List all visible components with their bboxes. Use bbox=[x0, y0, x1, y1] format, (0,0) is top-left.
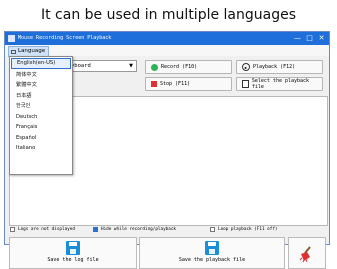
promo-caption: It can be used in multiple languages bbox=[40, 7, 297, 23]
input-device-select[interactable]: yboard ▼ bbox=[67, 60, 137, 72]
language-menu-icon bbox=[11, 49, 16, 54]
playback-button[interactable]: ▶ Playback (F12) bbox=[236, 60, 323, 74]
hide-while-recording-box bbox=[93, 227, 98, 232]
play-icon: ▶ bbox=[242, 63, 250, 71]
menu-bar: Language bbox=[5, 45, 329, 57]
playback-label: Playback (F12) bbox=[253, 64, 296, 70]
select-file-button[interactable]: Select the playback file bbox=[236, 77, 323, 91]
logs-hidden-label: Logs are not displayed bbox=[18, 227, 75, 232]
hide-while-recording-checkbox[interactable]: Hide while recording/playback bbox=[93, 227, 176, 232]
hide-while-recording-label: Hide while recording/playback bbox=[101, 227, 177, 232]
stop-label: Stop (F11) bbox=[160, 81, 191, 87]
title-bar: Mouse Recording Screen Playback — □ ✕ bbox=[5, 32, 329, 45]
language-option[interactable]: 简体中文 bbox=[10, 70, 72, 81]
loop-playback-label: Loop playback (F11 off) bbox=[218, 227, 278, 232]
app-icon bbox=[8, 35, 15, 42]
record-label: Record (F10) bbox=[161, 64, 198, 70]
stop-button[interactable]: Stop (F11) bbox=[145, 77, 232, 91]
loop-playback-checkbox[interactable]: Loop playback (F11 off) bbox=[210, 227, 278, 232]
language-option[interactable]: 日本語 bbox=[10, 91, 72, 102]
save-playback-button[interactable]: Save the playback file bbox=[139, 237, 285, 269]
maximize-button[interactable]: □ bbox=[304, 33, 315, 43]
record-icon bbox=[151, 63, 158, 71]
input-device-value: yboard bbox=[71, 63, 91, 69]
close-button[interactable]: ✕ bbox=[316, 33, 327, 43]
language-option[interactable]: Italiano bbox=[10, 143, 72, 154]
record-button[interactable]: Record (F10) bbox=[145, 60, 232, 74]
logs-hidden-checkbox[interactable]: Logs are not displayed bbox=[10, 227, 75, 232]
broom-icon bbox=[299, 246, 311, 263]
file-icon bbox=[242, 80, 249, 88]
save-playback-label: Save the playback file bbox=[178, 257, 246, 263]
select-file-label: Select the playback file bbox=[251, 78, 310, 90]
language-option[interactable]: English(en-US) bbox=[11, 58, 71, 69]
chevron-down-icon: ▼ bbox=[129, 63, 133, 69]
clear-log-button[interactable] bbox=[288, 237, 326, 269]
stop-icon bbox=[151, 81, 157, 87]
language-option[interactable]: Deutsch bbox=[10, 112, 72, 123]
language-option[interactable]: Français bbox=[10, 122, 72, 133]
language-option[interactable]: Español bbox=[10, 133, 72, 144]
language-option[interactable]: 한국인 bbox=[10, 101, 72, 112]
minimize-button[interactable]: — bbox=[292, 33, 303, 43]
save-log-button[interactable]: Save the log file bbox=[9, 237, 137, 269]
language-dropdown: English(en-US) 简体中文 繁體中文 日本語 한국인 Deutsch Franç… bbox=[9, 56, 73, 175]
window-title: Mouse Recording Screen Playback bbox=[18, 35, 112, 41]
save-log-label: Save the log file bbox=[47, 257, 99, 263]
loop-playback-box bbox=[210, 227, 215, 232]
language-option[interactable]: 繁體中文 bbox=[10, 80, 72, 91]
logs-hidden-box bbox=[10, 227, 15, 232]
menu-language-label: Language bbox=[18, 48, 46, 54]
